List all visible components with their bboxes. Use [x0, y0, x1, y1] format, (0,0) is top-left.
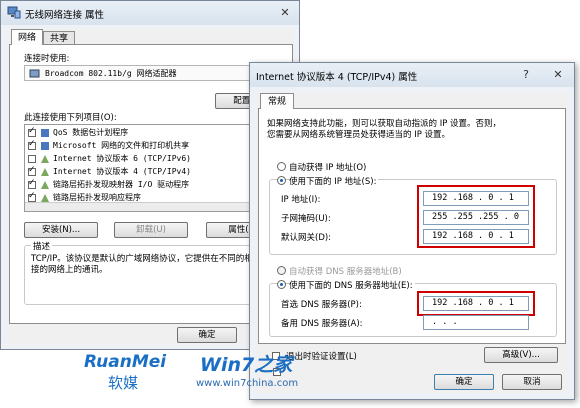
ip-highlight-box	[417, 185, 535, 248]
front-window-client: 常规 如果网络支持此功能，则可以获取自动指派的 IP 设置。否则， 您需要从网络…	[256, 93, 568, 393]
general-tab-panel: 如果网络支持此功能，则可以获取自动指派的 IP 设置。否则， 您需要从网络系统管…	[258, 108, 566, 376]
tab-network[interactable]: 网络	[11, 29, 43, 45]
manual-dns-radio[interactable]	[277, 280, 286, 289]
adapter-name: Broadcom 802.11b/g 网络适配器	[45, 69, 177, 78]
connect-using-label: 连接时使用:	[24, 54, 70, 64]
item-label: Internet 协议版本 4 (TCP/IPv4)	[53, 167, 191, 176]
close-icon[interactable]: ✕	[548, 67, 568, 82]
help-icon[interactable]: ?	[516, 67, 536, 82]
intro-text-line2: 您需要从网络系统管理员处获得适当的 IP 设置。	[267, 130, 451, 140]
preferred-dns-label: 首选 DNS 服务器(P):	[281, 300, 362, 310]
watermark: RuanMei 软媒 Win7之家 www.win7china.com	[78, 350, 318, 406]
item-checkbox[interactable]	[28, 155, 36, 163]
auto-ip-radio[interactable]	[277, 162, 286, 171]
description-text: TCP/IP。该协议是默认的广域网络协议，它提供在不同的相互连接的网络上的通讯。	[31, 254, 270, 275]
manual-dns-label[interactable]: 使用下面的 DNS 服务器地址(E):	[289, 279, 415, 291]
item-label: 链路层拓扑发现映射器 I/O 驱动程序	[53, 180, 190, 189]
item-label: Internet 协议版本 6 (TCP/IPv6)	[53, 154, 191, 163]
item-checkbox[interactable]	[28, 139, 36, 150]
list-item[interactable]: 链路层拓扑发现映射器 I/O 驱动程序	[25, 178, 275, 191]
ip-address-label: IP 地址(I):	[281, 195, 321, 205]
dns-highlight-box	[417, 291, 535, 316]
auto-dns-label: 自动获得 DNS 服务器地址(B)	[289, 267, 402, 277]
network-icon	[7, 6, 21, 22]
back-window-title: 无线网络连接 属性	[25, 10, 105, 21]
adapter-icon	[29, 68, 41, 82]
list-item[interactable]: Internet 协议版本 6 (TCP/IPv6)	[25, 153, 275, 165]
adapter-field: Broadcom 802.11b/g 网络适配器	[24, 65, 280, 81]
back-ok-button[interactable]: 确定	[177, 327, 237, 343]
back-close-icon[interactable]: ✕	[275, 5, 295, 20]
item-label: Microsoft 网络的文件和打印机共享	[53, 141, 190, 150]
ok-button[interactable]: 确定	[434, 374, 494, 390]
description-label: 描述	[31, 240, 53, 252]
list-item[interactable]: Microsoft 网络的文件和打印机共享	[25, 139, 275, 152]
item-checkbox[interactable]	[28, 165, 36, 176]
item-checkbox[interactable]	[28, 191, 36, 202]
item-checkbox[interactable]	[28, 126, 36, 137]
uninstall-button[interactable]: 卸载(U)	[114, 222, 188, 238]
list-item[interactable]: QoS 数据包计划程序	[25, 126, 275, 139]
horizontal-scrollbar[interactable]	[25, 202, 279, 211]
tab-general[interactable]: 常规	[260, 93, 294, 109]
brand-cn: 软媒	[108, 374, 139, 392]
auto-ip-label[interactable]: 自动获得 IP 地址(O)	[289, 161, 366, 173]
gateway-label: 默认网关(D):	[281, 233, 332, 243]
item-checkbox[interactable]	[28, 178, 36, 189]
subnet-label: 子网掩码(U):	[281, 214, 331, 224]
brand-latin: RuanMei	[84, 352, 167, 372]
items-list[interactable]: QoS 数据包计划程序 Microsoft 网络的文件和打印机共享 Intern…	[24, 124, 280, 212]
description-group: 描述 TCP/IP。该协议是默认的广域网络协议，它提供在不同的相互连接的网络上的…	[24, 240, 282, 305]
tab-sharing[interactable]: 共享	[43, 31, 75, 45]
items-label: 此连接使用下列项目(O):	[24, 113, 117, 123]
alternate-dns-label: 备用 DNS 服务器(A):	[281, 319, 363, 329]
item-label: QoS 数据包计划程序	[53, 128, 129, 137]
auto-dns-radio[interactable]	[277, 266, 286, 275]
advanced-button[interactable]: 高级(V)...	[484, 347, 558, 363]
front-window-title: Internet 协议版本 4 (TCP/IPv4) 属性	[256, 72, 418, 83]
watermark-url: www.win7china.com	[196, 378, 299, 389]
alternate-dns-field[interactable]: . . .	[423, 315, 529, 330]
manual-ip-label[interactable]: 使用下面的 IP 地址(S):	[289, 175, 379, 187]
manual-ip-radio[interactable]	[277, 176, 286, 185]
list-item[interactable]: Internet 协议版本 4 (TCP/IPv4)	[25, 165, 275, 178]
cancel-button[interactable]: 取消	[502, 374, 562, 390]
back-window-titlebar[interactable]: 无线网络连接 属性 ✕	[1, 1, 299, 25]
install-button[interactable]: 安装(N)...	[24, 222, 98, 238]
win7-logo-text: Win7之家	[200, 354, 293, 376]
front-window-titlebar[interactable]: Internet 协议版本 4 (TCP/IPv4) 属性 ? ✕	[250, 63, 574, 87]
